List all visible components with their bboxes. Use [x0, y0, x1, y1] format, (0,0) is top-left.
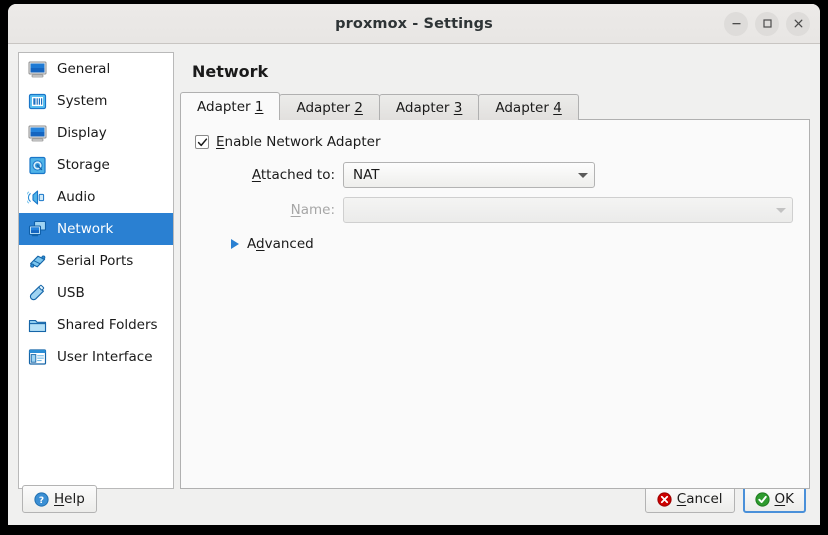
sidebar-item-audio[interactable]: Audio	[19, 181, 173, 213]
settings-pane: Network Adapter 1 Adapter 2 Adapter 3 Ad…	[180, 52, 810, 489]
settings-window: proxmox - Settings General System Displa…	[8, 4, 820, 525]
network-form: Enable Network Adapter Attached to: NAT …	[181, 120, 809, 252]
sidebar-item-shared-folders[interactable]: Shared Folders	[19, 309, 173, 341]
folder-icon	[26, 314, 48, 336]
attached-to-row: Attached to: NAT	[195, 162, 795, 188]
sidebar-item-label: User Interface	[57, 349, 153, 365]
chevron-down-icon	[578, 172, 588, 178]
sidebar-item-label: Shared Folders	[57, 317, 158, 333]
window-body: General System Display Storage Audio Net…	[8, 44, 820, 525]
sidebar-item-label: Serial Ports	[57, 253, 134, 269]
tab-adapter-3[interactable]: Adapter 3	[378, 94, 480, 120]
attached-to-select[interactable]: NAT	[343, 162, 595, 188]
sidebar-item-label: General	[57, 61, 111, 77]
adapter-tabs[interactable]: Adapter 1 Adapter 2 Adapter 3 Adapter 4	[180, 92, 810, 120]
harddisk-icon	[26, 154, 48, 176]
tab-adapter-2[interactable]: Adapter 2	[279, 94, 380, 120]
svg-text:?: ?	[39, 496, 44, 506]
name-label: Name:	[290, 202, 335, 218]
sidebar-item-label: Network	[57, 221, 114, 237]
advanced-expander[interactable]: Advanced	[231, 236, 795, 252]
enable-adapter-checkbox[interactable]	[195, 135, 209, 149]
window-title: proxmox - Settings	[335, 15, 493, 32]
maximize-button[interactable]	[755, 11, 779, 36]
tab-adapter-4[interactable]: Adapter 4	[478, 94, 579, 120]
close-button[interactable]	[786, 11, 810, 36]
help-button[interactable]: ? Help	[22, 485, 97, 513]
advanced-label: Advanced	[247, 236, 314, 252]
cancel-button[interactable]: Cancel	[644, 485, 735, 513]
window-controls	[724, 11, 810, 36]
adapter-1-panel: Enable Network Adapter Attached to: NAT …	[180, 119, 810, 489]
serial-port-icon	[26, 250, 48, 272]
monitor-icon	[26, 58, 48, 80]
speaker-icon	[26, 186, 48, 208]
sidebar-item-general[interactable]: General	[19, 53, 173, 85]
sidebar-item-serial-ports[interactable]: Serial Ports	[19, 245, 173, 277]
help-label: Help	[54, 491, 85, 507]
enable-adapter-row[interactable]: Enable Network Adapter	[195, 134, 795, 150]
settings-category-list[interactable]: General System Display Storage Audio Net…	[18, 52, 174, 489]
sidebar-item-storage[interactable]: Storage	[19, 149, 173, 181]
sidebar-item-label: Storage	[57, 157, 110, 173]
network-icon	[26, 218, 48, 240]
title-bar: proxmox - Settings	[8, 4, 820, 44]
sidebar-item-label: Audio	[57, 189, 96, 205]
sidebar-item-usb[interactable]: USB	[19, 277, 173, 309]
cancel-icon	[657, 491, 672, 507]
name-row: Name:	[195, 197, 795, 223]
tab-adapter-1[interactable]: Adapter 1	[180, 92, 281, 120]
motherboard-icon	[26, 90, 48, 112]
cancel-label: Cancel	[676, 491, 723, 507]
help-icon: ?	[34, 491, 49, 507]
user-interface-icon	[26, 346, 48, 368]
sidebar-item-system[interactable]: System	[19, 85, 173, 117]
sidebar-item-label: System	[57, 93, 108, 109]
display-icon	[26, 122, 48, 144]
ok-label: OK	[774, 491, 795, 507]
sidebar-item-label: USB	[57, 285, 85, 301]
sidebar-item-user-interface[interactable]: User Interface	[19, 341, 173, 373]
ok-button[interactable]: OK	[742, 485, 806, 513]
ok-icon	[754, 491, 770, 507]
chevron-down-icon	[776, 207, 786, 213]
page-title: Network	[192, 62, 269, 81]
sidebar-item-label: Display	[57, 125, 107, 141]
attached-to-value: NAT	[353, 167, 380, 183]
sidebar-item-network[interactable]: Network	[19, 213, 173, 245]
sidebar-item-display[interactable]: Display	[19, 117, 173, 149]
chevron-right-icon	[231, 239, 239, 249]
minimize-button[interactable]	[724, 11, 748, 36]
enable-adapter-label: Enable Network Adapter	[216, 134, 381, 150]
attached-to-label: Attached to:	[251, 167, 335, 183]
usb-icon	[26, 282, 48, 304]
name-select	[343, 197, 793, 223]
